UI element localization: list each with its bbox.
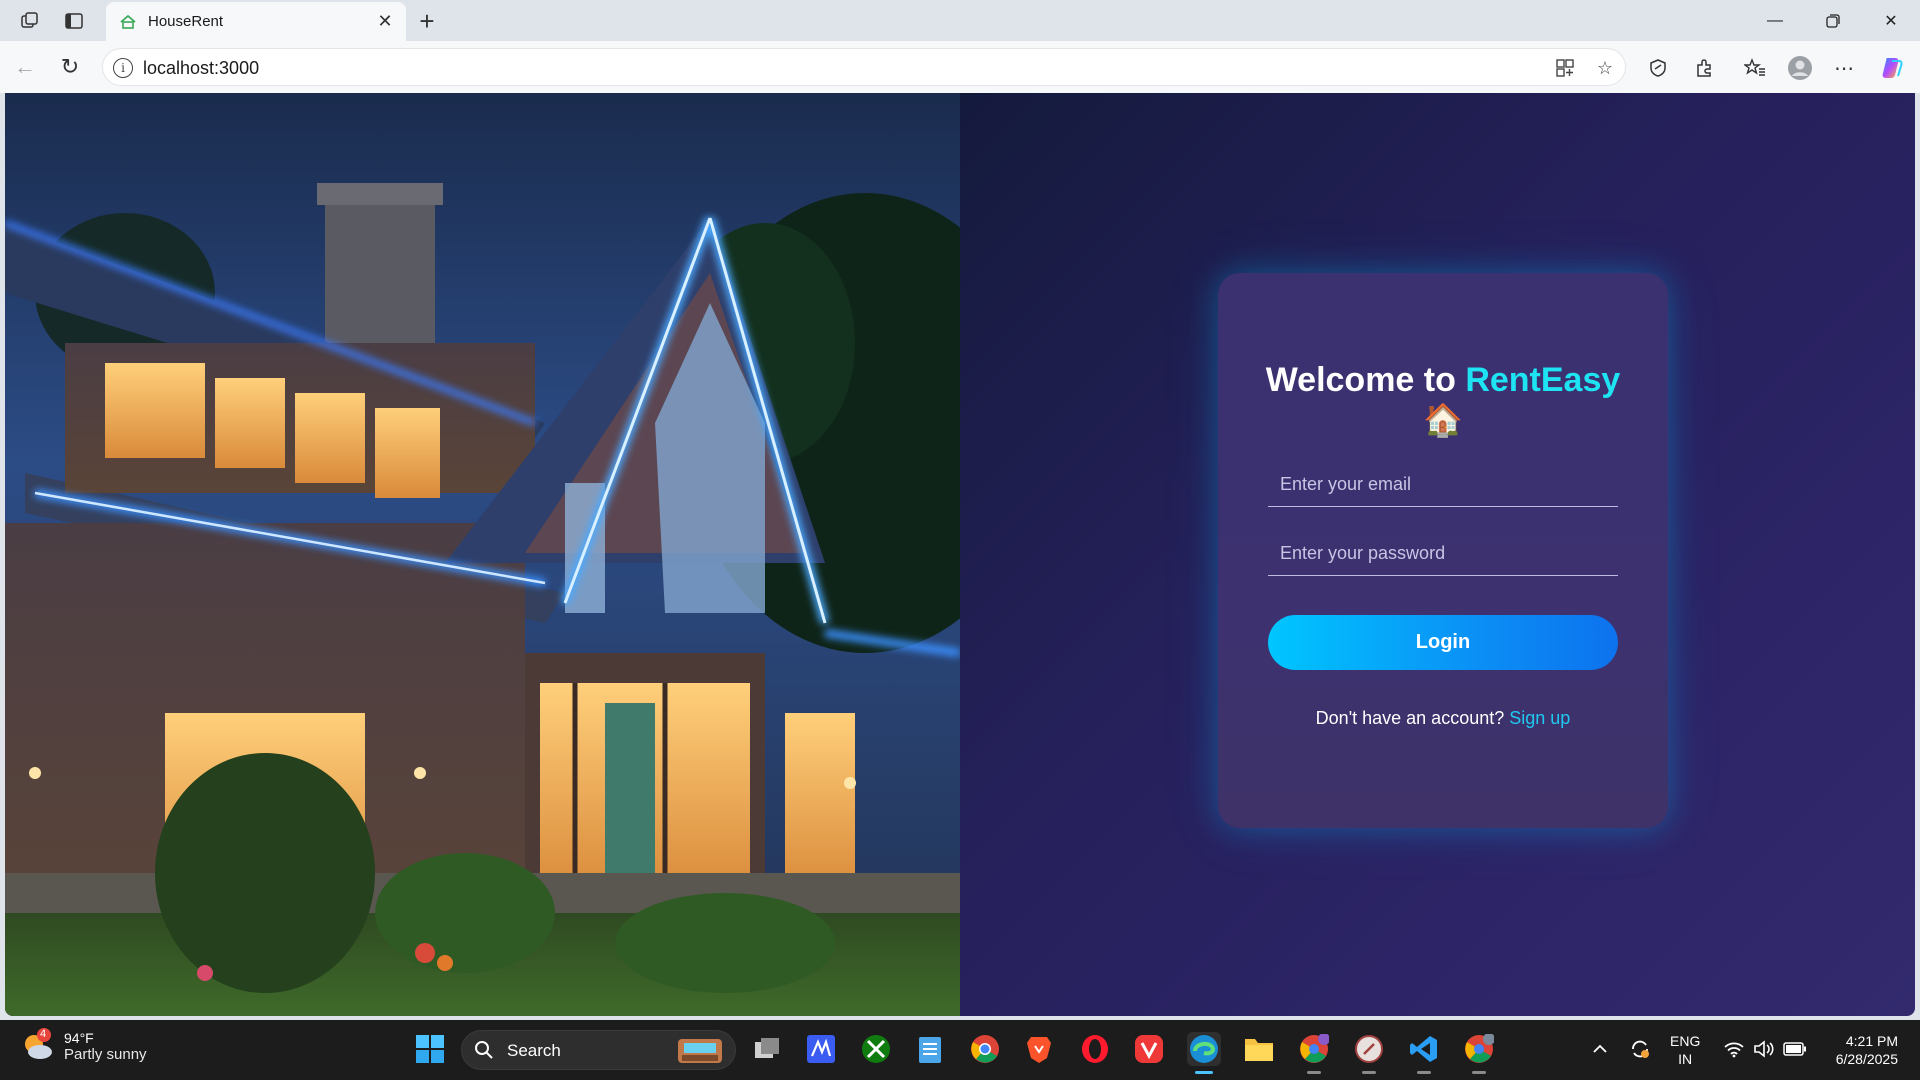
close-window-icon[interactable]: ✕ <box>1868 6 1914 36</box>
lang-line2: IN <box>1678 1051 1693 1067</box>
new-tab-icon[interactable]: + <box>412 6 442 36</box>
search-highlight-icon <box>678 1039 722 1063</box>
login-section: Welcome to RentEasy 🏠 Login Don't have a… <box>960 93 1915 1016</box>
windows-taskbar: 4 94°F Partly sunny Search ENG IN 4:21 P… <box>0 1020 1920 1080</box>
edge-active-indicator <box>1195 1071 1213 1074</box>
chrome-profile-icon[interactable] <box>1297 1032 1331 1074</box>
chrome-profile-2-icon[interactable] <box>1462 1032 1496 1074</box>
search-label: Search <box>507 1041 561 1060</box>
profile-icon[interactable] <box>1786 54 1814 82</box>
brand-name: RentEasy <box>1465 361 1621 399</box>
lang-line1: ENG <box>1670 1033 1701 1049</box>
windows-start-icon[interactable] <box>413 1032 447 1066</box>
house-hero-image <box>5 93 960 1016</box>
login-card: Welcome to RentEasy 🏠 Login Don't have a… <box>1218 273 1668 828</box>
app-available-icon[interactable] <box>1553 56 1577 80</box>
password-field[interactable] <box>1268 532 1618 576</box>
welcome-prefix: Welcome to <box>1265 361 1466 399</box>
weather-desc: Partly sunny <box>64 1045 147 1063</box>
xbox-icon[interactable] <box>859 1032 893 1066</box>
url-text[interactable]: localhost:3000 <box>143 58 259 79</box>
signup-link[interactable]: Sign up <box>1509 708 1570 728</box>
refresh-icon[interactable]: ↻ <box>55 52 85 82</box>
chrome-icon[interactable] <box>968 1032 1002 1066</box>
vivaldi-icon[interactable] <box>1132 1032 1166 1066</box>
tab-title: HouseRent <box>148 13 224 30</box>
tab-houserent[interactable]: HouseRent ✕ <box>106 2 406 41</box>
close-tab-icon[interactable]: ✕ <box>372 9 398 35</box>
vscode-indicator <box>1417 1071 1431 1074</box>
show-hidden-icons-icon[interactable] <box>1590 1032 1610 1066</box>
login-button[interactable]: Login <box>1268 615 1618 670</box>
page-viewport: Welcome to RentEasy 🏠 Login Don't have a… <box>5 93 1915 1016</box>
house-emoji-icon: 🏠 <box>1423 402 1463 438</box>
file-explorer-icon[interactable] <box>1242 1032 1276 1066</box>
site-info-icon[interactable]: i <box>113 58 133 78</box>
minimize-icon[interactable]: — <box>1752 6 1798 36</box>
xmind-indicator <box>1362 1071 1376 1074</box>
taskbar-search[interactable]: Search <box>461 1030 736 1070</box>
opera-icon[interactable] <box>1078 1032 1112 1066</box>
volume-icon[interactable] <box>1752 1032 1776 1066</box>
system-clock[interactable]: 4:21 PM 6/28/2025 <box>1818 1032 1898 1068</box>
extensions-icon[interactable] <box>1690 54 1718 82</box>
clock-date: 6/28/2025 <box>1835 1051 1898 1067</box>
chrome-profile-indicator <box>1307 1071 1321 1074</box>
battery-icon[interactable] <box>1782 1032 1808 1066</box>
copilot-icon[interactable] <box>1878 54 1906 82</box>
clock-time: 4:21 PM <box>1845 1033 1898 1049</box>
task-view-icon[interactable] <box>750 1032 784 1066</box>
browser-toolbar: ← ↻ i localhost:3000 ☆ ⋯ <box>0 41 1920 93</box>
weather-widget[interactable]: 4 94°F Partly sunny <box>20 1028 147 1064</box>
back-icon[interactable]: ← <box>10 52 40 82</box>
vscode-icon[interactable] <box>1407 1032 1441 1074</box>
wifi-icon[interactable] <box>1722 1032 1746 1066</box>
edge-icon[interactable] <box>1187 1032 1221 1074</box>
browser-titlebar: HouseRent ✕ + — ✕ <box>0 0 1920 41</box>
workspaces-icon[interactable] <box>16 8 44 34</box>
brave-icon[interactable] <box>1022 1032 1056 1066</box>
weather-temp: 94°F <box>64 1029 94 1046</box>
favicon-icon <box>118 12 138 32</box>
signup-row: Don't have an account? Sign up <box>1218 708 1668 729</box>
more-icon[interactable]: ⋯ <box>1830 54 1858 82</box>
search-icon <box>475 1041 493 1059</box>
favorite-star-icon[interactable]: ☆ <box>1593 56 1617 80</box>
email-field[interactable] <box>1268 463 1618 507</box>
chrome-profile-2-indicator <box>1472 1071 1486 1074</box>
weather-badge: 4 <box>40 1028 47 1040</box>
signup-prompt: Don't have an account? <box>1315 708 1505 728</box>
notepad-icon[interactable] <box>913 1032 947 1066</box>
xmind-icon[interactable] <box>1352 1032 1386 1074</box>
visual-studio-icon[interactable] <box>804 1032 838 1066</box>
browser-essentials-icon[interactable] <box>1644 54 1672 82</box>
address-bar[interactable]: i localhost:3000 ☆ <box>102 48 1626 86</box>
weather-sun-cloud-icon: 4 <box>20 1028 56 1064</box>
restore-icon[interactable] <box>1810 6 1856 36</box>
favorites-icon[interactable] <box>1741 54 1769 82</box>
vertical-tabs-icon[interactable] <box>60 8 88 34</box>
language-indicator[interactable]: ENG IN <box>1670 1032 1700 1068</box>
welcome-heading: Welcome to RentEasy <box>1218 361 1668 400</box>
sync-icon[interactable] <box>1626 1032 1654 1066</box>
